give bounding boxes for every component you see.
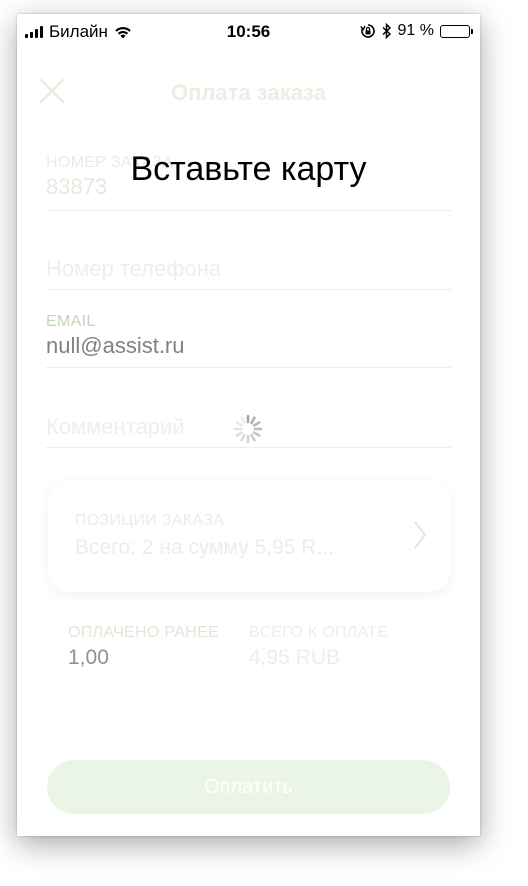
- page-title: Оплата заказа: [170, 80, 326, 105]
- total-to-pay-block: ВСЕГО К ОПЛАТЕ 4,95 RUB: [249, 624, 388, 670]
- battery-icon: [440, 24, 473, 38]
- status-right: 91 %: [359, 22, 473, 40]
- phone-field[interactable]: Номер телефона: [46, 256, 451, 290]
- email-value: null@assist.ru: [46, 333, 185, 358]
- positions-value: Всего: 2 на сумму 5,95 R...: [75, 536, 334, 559]
- email-field[interactable]: EMAIL null@assist.ru: [46, 313, 451, 368]
- positions-label: ПОЗИЦИИ ЗАКАЗА: [75, 512, 225, 529]
- battery-percent: 91 %: [397, 22, 434, 39]
- orientation-lock-icon: [359, 24, 375, 38]
- bluetooth-icon: [382, 23, 391, 39]
- insert-card-message: Вставьте карту: [130, 150, 367, 188]
- total-to-pay-value: 4,95 RUB: [249, 646, 341, 669]
- order-positions-card[interactable]: ПОЗИЦИИ ЗАКАЗА Всего: 2 на сумму 5,95 R.…: [48, 480, 451, 592]
- paid-earlier-label: ОПЛАЧЕНО РАНЕЕ: [68, 624, 220, 641]
- loading-spinner-icon: [233, 414, 263, 444]
- total-to-pay-label: ВСЕГО К ОПЛАТЕ: [249, 624, 389, 641]
- status-bar: Билайн 10:56 91 %: [17, 14, 480, 50]
- phone-placeholder: Номер телефона: [46, 256, 221, 281]
- email-label: EMAIL: [46, 313, 96, 330]
- paid-earlier-value: 1,00: [68, 646, 109, 669]
- paid-earlier-block: ОПЛАЧЕНО РАНЕЕ 1,00: [68, 624, 219, 670]
- chevron-right-icon: [414, 521, 427, 549]
- pay-button[interactable]: Оплатить: [47, 760, 450, 814]
- phone-screen: Билайн 10:56 91 % Оплата заказа НОМЕР ЗА…: [17, 14, 480, 836]
